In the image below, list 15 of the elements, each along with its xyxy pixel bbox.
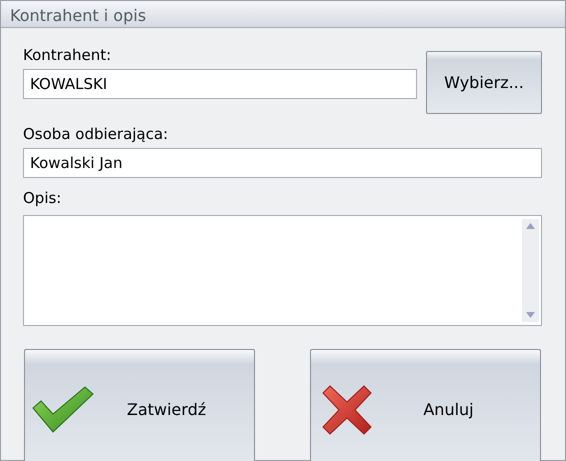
contractor-field[interactable]: KOWALSKI xyxy=(23,69,417,99)
description-field[interactable] xyxy=(23,215,542,326)
field-label: Kontrahent: xyxy=(23,45,112,65)
scroll-up-icon[interactable] xyxy=(526,223,535,229)
confirm-button[interactable]: Zatwierdź xyxy=(24,349,255,461)
field-label: Osoba odbierająca: xyxy=(23,124,170,144)
cancel-button[interactable]: Anuluj xyxy=(310,349,541,461)
recipient-field[interactable]: Kowalski Jan xyxy=(23,148,542,178)
choose-button[interactable]: Wybierz... xyxy=(426,51,542,114)
field-label: Opis: xyxy=(23,188,62,208)
window-title: Kontrahent i opis xyxy=(1,1,565,28)
cross-icon xyxy=(321,385,373,435)
checkmark-icon xyxy=(31,386,95,434)
scrollbar[interactable] xyxy=(522,219,539,322)
scroll-down-icon[interactable] xyxy=(526,312,535,318)
